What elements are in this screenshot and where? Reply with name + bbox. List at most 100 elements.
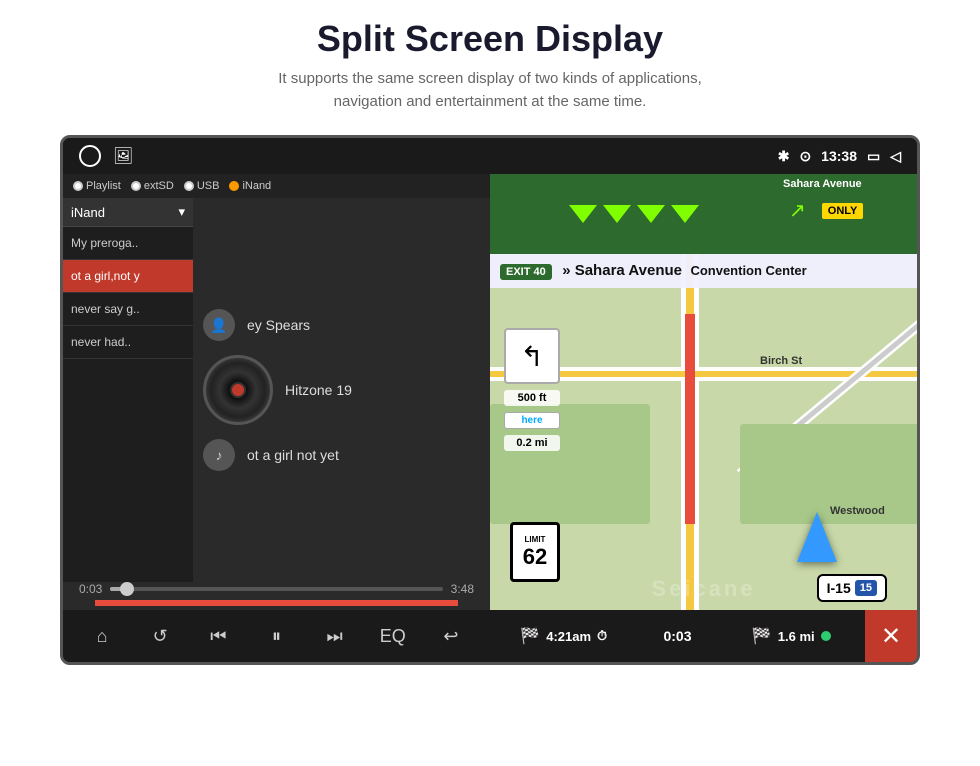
nav-arrow — [797, 512, 837, 562]
back-ctrl-btn[interactable]: ↩ — [433, 618, 469, 654]
repeat-btn[interactable]: ↺ — [142, 618, 178, 654]
playlist-item-3[interactable]: never say g.. — [63, 293, 193, 326]
source-selector-label: iNand — [71, 205, 105, 220]
source-extsd[interactable]: extSD — [131, 180, 174, 192]
nav-panel: Birch St Westwood Sahara Avenue ↗ ONLY — [490, 174, 917, 662]
source-usb[interactable]: USB — [184, 180, 220, 192]
arrow-down-4 — [671, 205, 699, 223]
source-playlist[interactable]: Playlist — [73, 180, 121, 192]
status-right: ✱ ⊙ 13:38 ▭ ◁ — [778, 148, 901, 165]
radio-extsd-dot — [131, 181, 141, 191]
page-title: Split Screen Display — [0, 18, 980, 60]
only-badge: ONLY — [822, 203, 864, 219]
radio-usb-dot — [184, 181, 194, 191]
route-shield: 15 — [855, 580, 877, 596]
elapsed-time: 0:03 — [663, 628, 691, 644]
progress-thumb[interactable] — [120, 582, 134, 596]
source-tabs: Playlist extSD USB iNand — [63, 174, 490, 198]
music-panel: Playlist extSD USB iNand — [63, 174, 490, 662]
progress-row: 0:03 3:48 — [79, 582, 474, 596]
artist-name: ey Spears — [247, 317, 310, 333]
flag-icon-right: 🏁 — [752, 626, 772, 646]
nav-close-button[interactable]: ✕ — [865, 610, 917, 662]
status-left: 🖼 — [79, 145, 133, 167]
extsd-label: extSD — [144, 180, 174, 192]
distance-02mi: 0.2 mi — [504, 435, 560, 451]
speed-limit-sign: LIMIT 62 — [510, 522, 560, 582]
track-name: ot a girl not yet — [247, 447, 339, 463]
music-meta: 👤 ey Spears Hitzone 19 ♪ — [203, 309, 480, 471]
arrow-down-2 — [603, 205, 631, 223]
bluetooth-icon: ✱ — [778, 148, 790, 165]
playlist-item-1[interactable]: My preroga.. — [63, 227, 193, 260]
nav-bottom-mid: 0:03 — [638, 628, 718, 644]
distance-remaining: 1.6 mi — [778, 629, 815, 644]
status-bar: 🖼 ✱ ⊙ 13:38 ▭ ◁ — [63, 138, 917, 174]
home-button-icon[interactable] — [79, 145, 101, 167]
inand-source-label: iNand — [242, 180, 271, 192]
nav-bottom-bar: 🏁 4:21am ⏱ 0:03 🏁 1.6 mi ✕ — [490, 610, 917, 662]
vinyl-disc — [203, 355, 273, 425]
radio-inand-dot — [229, 181, 239, 191]
window-icon: ▭ — [867, 148, 880, 165]
nav-bottom-left: 🏁 4:21am ⏱ — [490, 626, 638, 646]
album-name: Hitzone 19 — [285, 382, 352, 398]
artist-row: 👤 ey Spears — [203, 309, 480, 341]
image-icon: 🖼 — [113, 146, 133, 166]
album-row: Hitzone 19 — [203, 355, 480, 425]
time-total: 3:48 — [451, 582, 474, 596]
close-icon: ✕ — [881, 622, 901, 651]
split-container: Playlist extSD USB iNand — [63, 174, 917, 662]
highway-badge: I-15 15 — [817, 574, 887, 602]
radio-playlist-dot — [73, 181, 83, 191]
arrow-down-3 — [637, 205, 665, 223]
back-icon: ◁ — [890, 148, 901, 165]
eq-btn[interactable]: EQ — [375, 618, 411, 654]
nav-top-sign: Sahara Avenue ↗ ONLY — [490, 174, 917, 254]
progress-section: 0:03 3:48 — [63, 582, 490, 610]
i15-text: I-15 — [827, 580, 851, 596]
vinyl-center — [230, 382, 246, 398]
flag-icon-left: 🏁 — [520, 626, 540, 646]
usb-label: USB — [197, 180, 220, 192]
exit-text: » Sahara Avenue — [562, 262, 682, 279]
music-center: 👤 ey Spears Hitzone 19 ♪ — [193, 198, 490, 582]
exit-badge: EXIT 40 — [500, 264, 552, 280]
nav-bottom-right: 🏁 1.6 mi — [718, 626, 866, 646]
artist-icon: 👤 — [203, 309, 235, 341]
page-subtitle: It supports the same screen display of t… — [0, 68, 980, 113]
left-content: iNand ▾ My preroga.. ot a girl,not y nev… — [63, 198, 490, 582]
playlist-item-2[interactable]: ot a girl,not y — [63, 260, 193, 293]
page-header: Split Screen Display It supports the sam… — [0, 0, 980, 123]
exit-banner: EXIT 40 » Sahara Avenue Convention Cente… — [490, 254, 917, 288]
next-btn[interactable]: ⏭ — [317, 618, 353, 654]
location-icon: ⊙ — [799, 148, 811, 165]
source-selector[interactable]: iNand ▾ — [63, 198, 193, 227]
eta-time: 4:21am — [546, 629, 591, 644]
prev-btn[interactable]: ⏮ — [200, 618, 236, 654]
playlist-label: Playlist — [86, 180, 121, 192]
exit-subtitle: Convention Center — [690, 263, 806, 278]
green-dot-icon — [821, 631, 831, 641]
clock-icon: ⏱ — [597, 628, 607, 644]
here-logo: here — [504, 412, 560, 429]
play-pause-btn[interactable]: ⏸ — [258, 618, 294, 654]
turn-left-icon: ↰ — [504, 328, 560, 384]
sign-green — [490, 174, 777, 254]
distance-500ft: 500 ft — [504, 390, 560, 406]
chevron-down-icon: ▾ — [178, 204, 185, 220]
status-time: 13:38 — [821, 148, 857, 164]
arrow-down-1 — [569, 205, 597, 223]
note-icon: ♪ — [203, 439, 235, 471]
sign-right-block: Sahara Avenue ↗ ONLY — [777, 174, 917, 254]
time-current: 0:03 — [79, 582, 102, 596]
controls-bar: ⌂ ↺ ⏮ ⏸ ⏭ EQ ↩ — [63, 610, 490, 662]
progress-bar[interactable] — [110, 587, 442, 591]
playlist-sidebar: iNand ▾ My preroga.. ot a girl,not y nev… — [63, 198, 193, 582]
home-btn[interactable]: ⌂ — [84, 618, 120, 654]
arrow-up-right-icon: ↗ — [783, 196, 812, 225]
playlist-item-4[interactable]: never had.. — [63, 326, 193, 359]
device-frame: 🖼 ✱ ⊙ 13:38 ▭ ◁ Playlist extSD — [60, 135, 920, 665]
red-progress-bar — [95, 600, 458, 606]
source-inand[interactable]: iNand — [229, 180, 271, 192]
